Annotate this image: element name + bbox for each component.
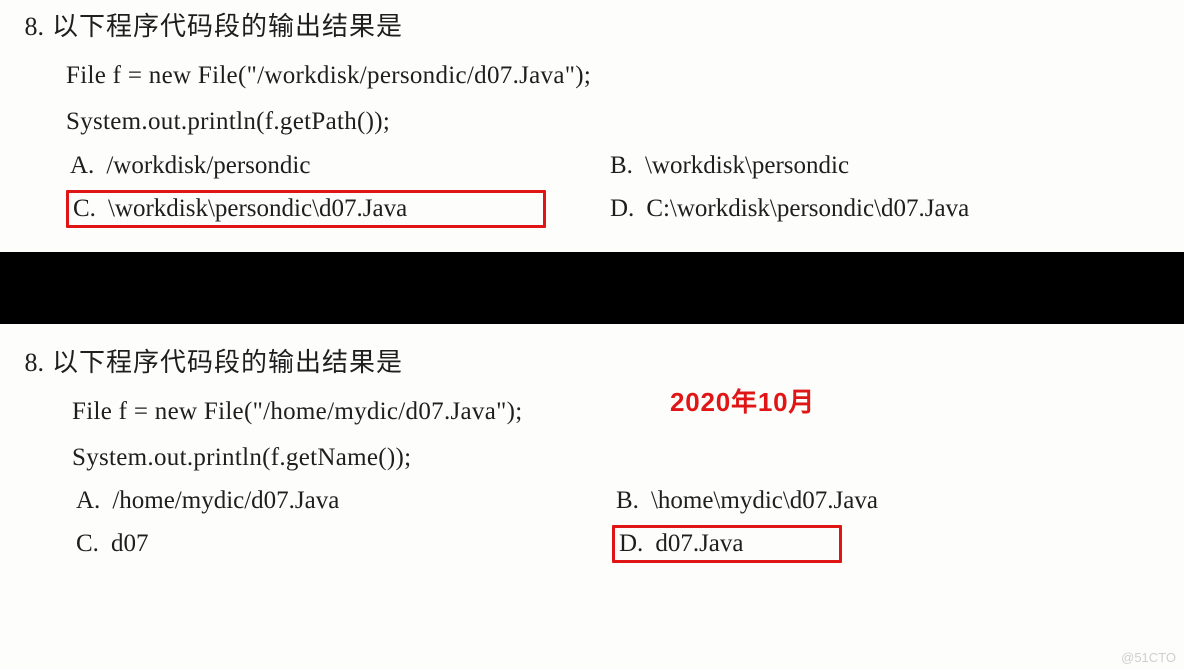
question-2-prompt: 以下程序代码段的输出结果是 [52,342,403,379]
option-a: A. /workdisk/persondic [66,150,546,182]
question-2-options: A. /home/mydic/d07.Java B. \home\mydic\d… [72,485,1174,563]
option-row: C. \workdisk\persondic\d07.Java D. C:\wo… [66,190,1174,228]
option-row: C. d07 D. d07.Java [72,525,1174,563]
question-1: 8. 以下程序代码段的输出结果是 File f = new File("/wor… [0,0,1184,252]
question-1-number: 8. [10,12,44,42]
question-1-options: A. /workdisk/persondic B. \workdisk\pers… [66,150,1174,228]
code-line: File f = new File("/workdisk/persondic/d… [66,53,1174,99]
option-row: A. /workdisk/persondic B. \workdisk\pers… [66,150,1174,182]
option-text: \workdisk\persondic [645,152,849,180]
option-c: C. d07 [72,525,552,563]
option-text: d07 [111,530,149,558]
option-text: \home\mydic\d07.Java [651,487,878,515]
option-text: C:\workdisk\persondic\d07.Java [646,195,969,223]
option-label: C. [76,530,99,558]
option-label: C. [73,195,96,223]
option-text: \workdisk\persondic\d07.Java [108,195,407,223]
option-label: D. [610,195,634,223]
option-b: B. \workdisk\persondic [606,150,1136,182]
option-label: B. [610,152,633,180]
question-1-code: File f = new File("/workdisk/persondic/d… [66,53,1174,146]
question-1-header: 8. 以下程序代码段的输出结果是 [10,6,1174,43]
question-1-prompt: 以下程序代码段的输出结果是 [52,6,403,43]
option-d-selected: D. d07.Java [612,525,842,563]
option-c-selected: C. \workdisk\persondic\d07.Java [66,190,546,228]
option-text: d07.Java [655,530,743,558]
question-2: 8. 以下程序代码段的输出结果是 2020年10月 File f = new F… [0,324,1184,588]
option-label: D. [619,530,643,558]
option-row: A. /home/mydic/d07.Java B. \home\mydic\d… [72,485,1174,517]
option-a: A. /home/mydic/d07.Java [72,485,552,517]
option-label: B. [616,487,639,515]
option-label: A. [76,487,100,515]
question-2-code: File f = new File("/home/mydic/d07.Java"… [72,389,1174,482]
code-line: System.out.println(f.getName()); [72,435,1174,481]
watermark: @51CTO [1121,650,1176,665]
option-text: /home/mydic/d07.Java [112,487,339,515]
option-text: /workdisk/persondic [106,152,310,180]
question-2-number: 8. [10,348,44,378]
section-divider [0,252,1184,324]
code-line: System.out.println(f.getPath()); [66,99,1174,145]
year-month-note: 2020年10月 [670,382,815,419]
option-d: D. C:\workdisk\persondic\d07.Java [606,190,1136,228]
question-2-header: 8. 以下程序代码段的输出结果是 [10,342,1174,379]
code-line: File f = new File("/home/mydic/d07.Java"… [72,389,1174,435]
option-label: A. [70,152,94,180]
option-b: B. \home\mydic\d07.Java [612,485,1142,517]
